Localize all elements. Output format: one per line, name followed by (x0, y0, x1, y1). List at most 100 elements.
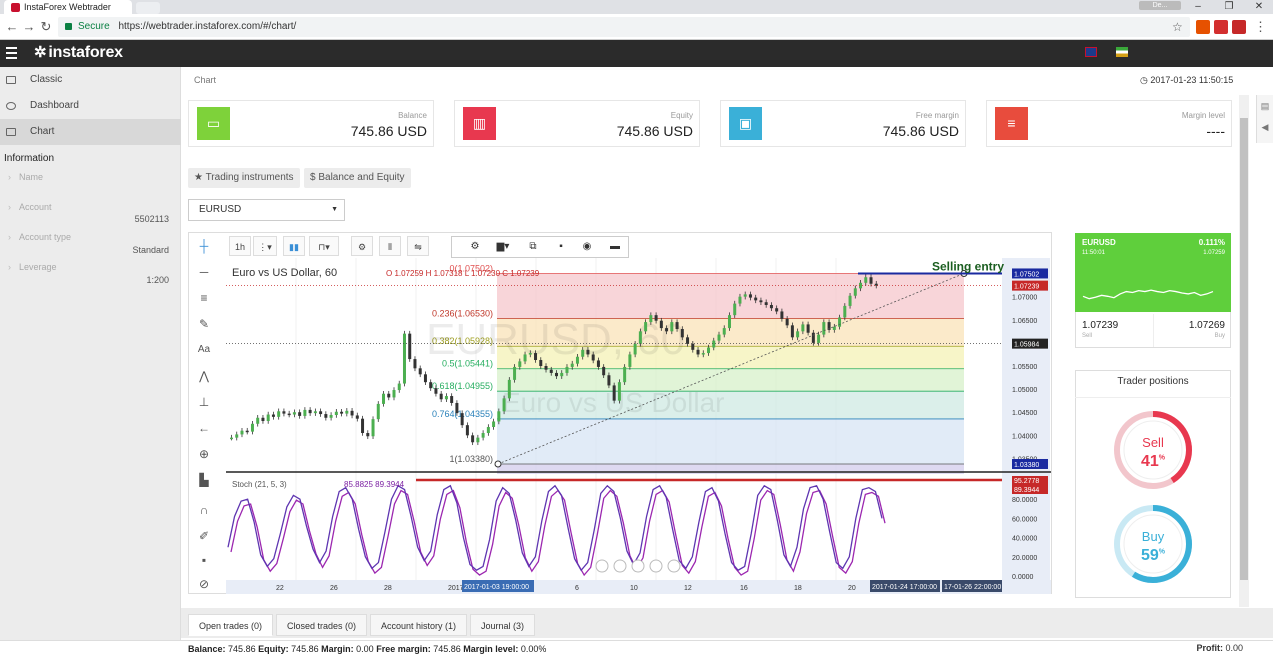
account-status-bar: Balance: 745.86 Equity: 745.86 Margin: 0… (0, 640, 1273, 657)
bar-chart-icon: ▥ (463, 107, 496, 140)
card-label: Equity (670, 111, 693, 120)
horizontal-lines-icon[interactable]: ≡ (196, 290, 212, 306)
candle-body (450, 396, 454, 403)
candle-body (429, 382, 433, 389)
measure-icon[interactable]: ⊥ (196, 394, 212, 410)
delete-trash-icon[interactable]: ▬ (606, 239, 624, 255)
candles-icon[interactable]: ▮▮ (283, 236, 305, 256)
list-icon: ≡ (995, 107, 1028, 140)
logo-gear-icon: ✲ (34, 44, 47, 61)
ask-price[interactable]: 1.07269 (1165, 320, 1225, 331)
object-color-icon[interactable]: ▆▾ (494, 239, 512, 255)
candle-body (654, 315, 658, 321)
compare-icon[interactable]: ⇋ (407, 236, 429, 256)
candle-body (790, 325, 794, 338)
gmail-icon[interactable] (1232, 20, 1246, 34)
info-label-name: Name (8, 172, 43, 182)
tab-closed-trades[interactable]: Closed trades (0) (276, 614, 368, 636)
chart-scroll-button (631, 559, 645, 573)
chart-scroll-button (613, 559, 627, 573)
candle-body (240, 430, 244, 435)
url-input[interactable]: Secure https://webtrader.instaforex.com/… (58, 17, 1190, 37)
new-tab-button[interactable] (136, 2, 160, 14)
candle-body (817, 334, 821, 343)
trading-instruments-button[interactable]: ★ Trading instruments (188, 168, 300, 188)
maximize-icon[interactable]: ❐ (1218, 0, 1240, 14)
clone-icon[interactable]: ⧉ (524, 239, 542, 255)
candle-body (376, 403, 380, 420)
language-flag-icon[interactable] (1116, 47, 1128, 57)
magnet-icon[interactable]: ∩ (196, 502, 212, 518)
candle-body (287, 413, 291, 416)
candle-body (691, 343, 695, 350)
forward-arrow-icon[interactable]: → (21, 19, 37, 35)
minimize-icon[interactable]: – (1187, 0, 1209, 14)
balance-equity-button[interactable]: $ Balance and Equity (304, 168, 411, 188)
bid-price[interactable]: 1.07239 (1082, 320, 1118, 331)
menu-hamburger-icon[interactable] (6, 47, 17, 59)
stoch-tick-label: 0.0000 (1012, 574, 1034, 581)
candle-body (555, 372, 558, 377)
candle-body (596, 360, 600, 367)
trend-line-icon[interactable]: ─ (196, 264, 212, 280)
ruler-icon[interactable]: ▙ (196, 472, 212, 488)
tab-account-history[interactable]: Account history (1) (370, 614, 468, 636)
x-tick-label: 18 (794, 585, 802, 592)
chart-type-icon[interactable]: ⊓▾ (309, 236, 339, 256)
settings-gear-icon[interactable]: ⚙ (351, 236, 373, 256)
wallet-icon: ▭ (197, 107, 230, 140)
close-window-icon[interactable]: ✕ (1248, 0, 1270, 14)
y-tick-label: 1.05500 (1012, 364, 1037, 371)
indicators-icon[interactable]: ⫴ (379, 236, 401, 256)
bookmark-star-icon[interactable]: ☆ (1172, 20, 1183, 34)
uk-flag-icon[interactable] (1085, 47, 1097, 57)
y-tick-label: 1.04000 (1012, 433, 1037, 440)
more-options-icon[interactable]: ⋮▾ (253, 236, 277, 256)
candle-body (785, 318, 789, 326)
lock-object-icon[interactable]: ▪ (552, 239, 570, 255)
secure-label: Secure (78, 21, 110, 32)
lock-icon (65, 23, 72, 30)
timeframe-button[interactable]: 1h (229, 236, 251, 256)
eye-hidden-icon[interactable]: ⊘ (196, 576, 212, 592)
info-label-account-type: Account type (8, 232, 71, 242)
candle-body (633, 343, 637, 355)
crosshair-icon[interactable]: ┼ (196, 238, 212, 254)
quote-time: 11:50:01 (1082, 250, 1105, 256)
candle-body (350, 410, 354, 416)
stoch-badge-label: 95.2778 (1014, 478, 1039, 485)
scrollbar-thumb[interactable] (1240, 118, 1248, 580)
object-settings-icon[interactable]: ⚙ (466, 239, 484, 255)
x-tick-label: 6 (575, 585, 579, 592)
tab-journal[interactable]: Journal (3) (470, 614, 536, 636)
text-tool-icon[interactable]: Aa (196, 342, 212, 358)
pattern-icon[interactable]: ⋀ (196, 368, 212, 384)
x-tick-label: 22 (276, 585, 284, 592)
brush-icon[interactable]: ✎ (196, 316, 212, 332)
sidebar-item-classic[interactable]: Classic (0, 67, 181, 93)
sidebar-item-dashboard[interactable]: Dashboard (0, 93, 181, 119)
tab-open-trades[interactable]: Open trades (0) (188, 614, 274, 636)
candle-body (764, 302, 768, 305)
notes-icon[interactable]: ▤ (1257, 101, 1273, 112)
sell-label: Sell (1082, 333, 1093, 339)
extension-icon[interactable] (1196, 20, 1210, 34)
browser-menu-icon[interactable]: ⋮ (1254, 19, 1267, 35)
arrow-left-icon[interactable]: ← (196, 420, 212, 436)
candle-body (612, 385, 616, 401)
visibility-eye-icon[interactable]: ◉ (578, 239, 596, 255)
fib-level-label: 1(1.03380) (449, 454, 493, 464)
price-chart[interactable]: 0(1.07502)0.236(1.06530)0.382(1.05928)0.… (226, 258, 1051, 594)
lock-icon[interactable]: ▪ (196, 552, 212, 568)
zoom-in-icon[interactable]: ⊕ (196, 446, 212, 462)
extension-icon[interactable] (1214, 20, 1228, 34)
reload-icon[interactable]: ↻ (38, 19, 54, 35)
browser-tab[interactable]: InstaForex Webtrader (4, 0, 132, 14)
symbol-select[interactable]: EURUSD ▼ (188, 199, 345, 221)
sidebar-item-chart[interactable]: Chart (0, 119, 181, 145)
browser-user-badge[interactable]: De... (1139, 1, 1181, 10)
sell-gauge-label: Sell (1142, 435, 1164, 450)
back-arrow-icon[interactable]: ← (4, 19, 20, 35)
pencil-lock-icon[interactable]: ✐ (196, 528, 212, 544)
megaphone-icon[interactable]: ◀ (1257, 122, 1273, 133)
